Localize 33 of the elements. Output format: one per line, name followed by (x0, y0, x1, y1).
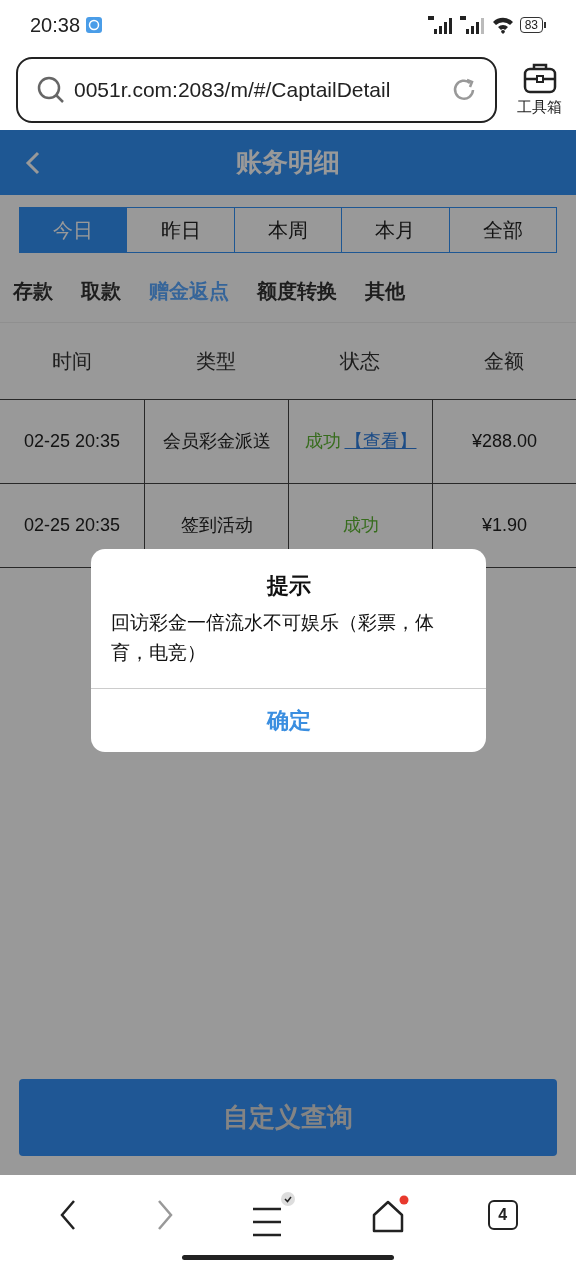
column-header: 金额 (483, 349, 525, 374)
tab-count-button[interactable]: 4 (487, 1200, 518, 1230)
view-link[interactable]: 【查看】 (344, 428, 417, 455)
column-header: 时间 (51, 349, 93, 374)
column-header: 状态 (339, 349, 381, 374)
toolbox-label[interactable]: 工具箱 (517, 95, 562, 119)
category-tab[interactable]: 额度转换 (257, 275, 337, 306)
table-cell: ¥288.00 (432, 400, 576, 483)
confirm-button[interactable]: 确定 (91, 688, 486, 752)
page-title: 账务明细 (236, 146, 340, 179)
wifi-icon (491, 16, 514, 34)
toolbox-icon[interactable] (522, 61, 557, 94)
column-header: 类型 (195, 349, 237, 374)
dialog-title: 提示 (266, 572, 311, 600)
category-tab[interactable]: 存款 (13, 275, 53, 306)
status-time: 20:38 (30, 13, 81, 38)
search-icon (36, 75, 66, 105)
reload-icon[interactable] (451, 77, 477, 103)
app-notification-icon (86, 17, 103, 33)
table-cell: 会员彩金派送 (144, 400, 288, 483)
status-text: 成功 (342, 514, 379, 537)
category-tab[interactable]: 取款 (81, 275, 121, 306)
status-text: 成功 (304, 430, 341, 453)
signal-icon (459, 16, 486, 34)
url-bar[interactable]: 0051r.com:2083/m/#/CaptailDetail (16, 57, 497, 123)
signal-icon (427, 16, 454, 34)
table-cell-text: 02-25 20:35 (22, 514, 122, 537)
menu-icon[interactable] (250, 1192, 295, 1238)
url-text: 0051r.com:2083/m/#/CaptailDetail (74, 77, 392, 104)
dialog-message: 回访彩金一倍流水不可娱乐（彩票，体育，电竞） (110, 611, 435, 665)
table-cell-text: 02-25 20:35 (22, 430, 122, 453)
battery-icon: 83 (519, 17, 546, 33)
category-tab[interactable]: 其他 (365, 275, 405, 306)
